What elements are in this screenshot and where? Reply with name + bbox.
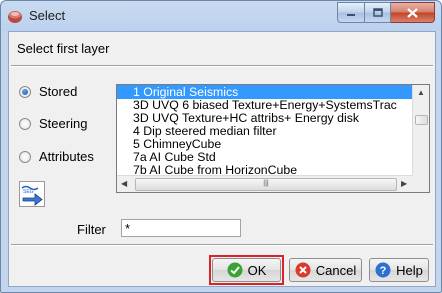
maximize-icon [372,8,383,17]
radio-label: Attributes [39,149,94,164]
dialog-header: Select first layer [9,32,435,66]
layer-list[interactable]: 1 Original Seismics 3D UVQ 6 biased Text… [116,84,430,193]
header-text: Select first layer [17,41,110,56]
scroll-corner [413,176,429,192]
radio-indicator[interactable] [19,117,31,130]
help-label: Help [396,262,423,278]
radio-stored[interactable]: Stored [19,84,77,99]
cancel-label: Cancel [315,262,357,278]
title-bar[interactable]: Select [1,1,441,31]
steering-direction-icon[interactable]: SEG [19,181,45,207]
list-item[interactable]: 3D UVQ Texture+HC attribs+ Energy disk [117,111,429,125]
radio-indicator[interactable] [19,150,31,163]
list-item[interactable]: 3D UVQ 6 biased Texture+Energy+SystemsTr… [117,98,429,112]
maximize-button[interactable] [365,2,391,23]
radio-indicator[interactable] [19,85,31,98]
list-item[interactable]: 4 Dip steered median filter [117,124,429,138]
radio-attributes[interactable]: Attributes [19,149,94,164]
scroll-up-icon[interactable]: ▲ [417,88,425,97]
separator [11,65,433,67]
ok-button[interactable]: OK [212,258,281,282]
help-icon: ? [375,262,391,278]
list-item[interactable]: 5 ChimneyCube [117,137,429,151]
minimize-icon [347,13,355,16]
cancel-icon [295,262,311,278]
radio-steering[interactable]: Steering [19,116,87,131]
horizontal-scroll-thumb[interactable]: ||| [135,178,397,191]
list-item[interactable]: 1 Original Seismics [117,85,429,99]
help-button[interactable]: ? Help [369,258,429,282]
dialog-body: Select first layer Stored Steering Attri… [8,31,436,287]
svg-text:SEG: SEG [23,189,34,195]
close-button[interactable] [391,2,435,23]
vertical-scroll-thumb[interactable] [415,115,428,125]
app-icon [8,11,22,23]
scroll-right-icon[interactable]: ▶ [401,179,407,188]
select-dialog: Select Select first layer Stored Steerin… [0,0,442,293]
scroll-left-icon[interactable]: ◀ [121,179,127,188]
close-icon [407,7,418,18]
list-item[interactable]: 7a AI Cube Std [117,150,429,164]
ok-label: OK [247,262,267,278]
checkmark-icon [227,262,243,278]
radio-label: Steering [39,116,88,131]
cancel-button[interactable]: Cancel [289,258,362,282]
filter-input[interactable]: * [121,219,241,237]
filter-label: Filter [77,222,106,237]
horizontal-scrollbar[interactable]: ◀ ||| ▶ [117,175,413,192]
radio-label: Stored [39,84,78,99]
minimize-button[interactable] [337,2,365,23]
vertical-scrollbar[interactable]: ▲ [412,85,429,176]
window-title: Select [29,8,66,23]
svg-text:?: ? [380,265,387,277]
separator [11,244,433,246]
